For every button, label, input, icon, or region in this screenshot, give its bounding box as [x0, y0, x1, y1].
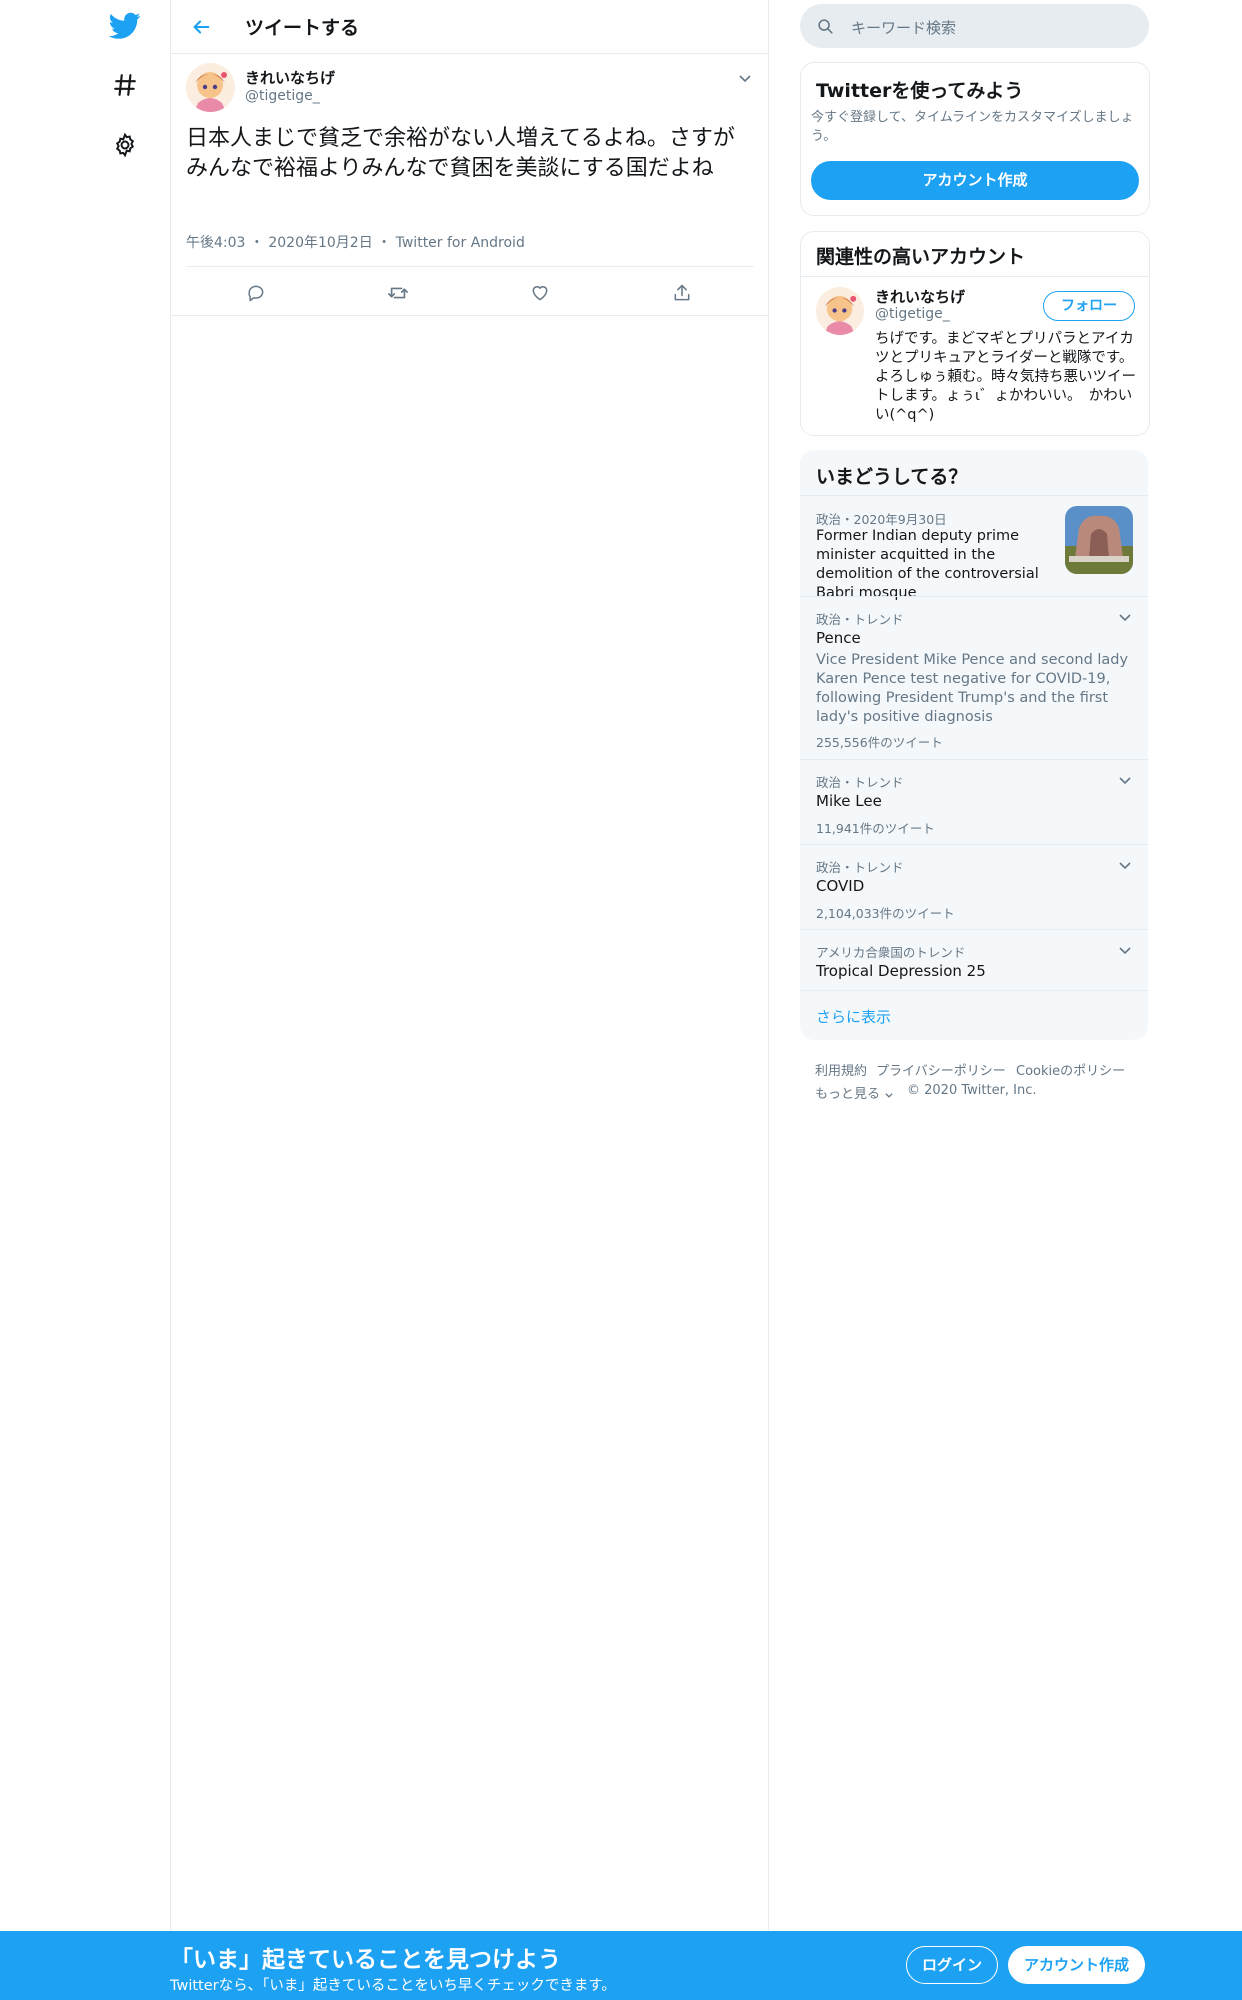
meta-separator: ・ [249, 235, 264, 251]
footer-privacy-link[interactable]: プライバシーポリシー [876, 1060, 1006, 1079]
trend-category: 政治・2020年9月30日 [816, 512, 947, 527]
tweet-meta: 午後4:03 ・ 2020年10月2日 ・ Twitter for Androi… [186, 232, 525, 252]
trend-item[interactable]: 政治・トレンド Mike Lee 11,941件のツイート [800, 759, 1149, 845]
login-button[interactable]: ログイン [906, 1946, 998, 1984]
tweet-actions [171, 270, 768, 316]
like-icon[interactable] [527, 280, 553, 306]
tweet-options-chevron-icon[interactable] [737, 70, 753, 86]
footer-more-link[interactable]: もっと見る [815, 1083, 894, 1102]
tweet-author-name[interactable]: きれいなちげ [245, 67, 335, 88]
trend-options-chevron-icon[interactable] [1117, 772, 1133, 788]
related-account-handle[interactable]: @tigetige_ [875, 306, 950, 322]
related-account-name[interactable]: きれいなちげ [875, 286, 965, 307]
meta-separator: ・ [377, 235, 392, 251]
trend-name: Mike Lee [816, 792, 882, 810]
footer-cookie-link[interactable]: Cookieのポリシー [1016, 1060, 1125, 1079]
trend-item[interactable]: 政治・トレンド Pence Vice President Mike Pence … [800, 596, 1149, 760]
search-icon [817, 18, 834, 35]
trend-category: 政治・トレンド [816, 775, 904, 790]
page-header: ツイートする [171, 0, 768, 54]
trend-tweet-count: 11,941件のツイート [816, 821, 935, 836]
reply-icon[interactable] [243, 280, 269, 306]
retweet-icon[interactable] [385, 280, 411, 306]
related-accounts-card: 関連性の高いアカウント きれいなちげ @tigetige_ フォロー ちげです。… [800, 231, 1150, 436]
bottom-bar-subtitle: Twitterなら、「いま」起きていることをいち早くチェックできます。 [170, 1978, 616, 1994]
tweet-time[interactable]: 午後4:03 [186, 235, 245, 251]
footer-copyright: © 2020 Twitter, Inc. [907, 1083, 1037, 1098]
twitter-bird-icon[interactable] [107, 8, 143, 44]
hashtag-icon[interactable] [107, 67, 143, 103]
related-accounts-title: 関連性の高いアカウント [816, 246, 1026, 268]
share-icon[interactable] [669, 280, 695, 306]
tweet-text: 日本人まじで貧乏で余裕がない人増えてるよね。さすがみんなで裕福よりみんなで貧困を… [186, 126, 735, 181]
related-account-avatar[interactable] [816, 287, 864, 335]
follow-button[interactable]: フォロー [1043, 291, 1135, 321]
related-account-bio: ちげです。まどマギとプリパラとアイカツとプリキュアとライダーと戦隊です。よろしゅ… [875, 331, 1136, 423]
back-arrow-icon[interactable] [187, 13, 215, 41]
trend-category: 政治・トレンド [816, 860, 904, 875]
trend-category: 政治・トレンド [816, 612, 904, 627]
trend-item[interactable]: 政治・2020年9月30日 Former Indian deputy prime… [800, 495, 1149, 601]
trends-title: いまどうしてる？ [816, 466, 968, 488]
signup-card-description: 今すぐ登録して、タイムラインをカスタマイズしましょう。 [811, 110, 1134, 144]
trend-name: COVID [816, 877, 865, 895]
signup-card-title: Twitterを使ってみよう [816, 80, 1024, 102]
trend-tweet-count: 2,104,033件のツイート [816, 906, 955, 921]
trend-name: Pence [816, 629, 861, 647]
search-placeholder: キーワード検索 [851, 19, 957, 37]
bottom-signup-bar: 「いま」起きていることを見つけよう Twitterなら、「いま」起きていることを… [0, 1931, 1242, 2000]
trend-headline: Former Indian deputy prime minister acqu… [816, 528, 1039, 601]
show-more-link[interactable]: さらに表示 [816, 1006, 891, 1027]
bottom-bar-title: 「いま」起きていることを見つけよう [170, 1947, 561, 1973]
trend-item[interactable]: アメリカ合衆国のトレンド Tropical Depression 25 [800, 929, 1149, 991]
trend-thumbnail-image[interactable] [1065, 506, 1133, 574]
settings-gear-icon[interactable] [107, 127, 143, 163]
trend-options-chevron-icon[interactable] [1117, 857, 1133, 873]
trend-name: Tropical Depression 25 [816, 962, 986, 980]
main-column-right-border [768, 0, 769, 2000]
tweet-author-handle[interactable]: @tigetige_ [245, 88, 320, 104]
trend-description: Vice President Mike Pence and second lad… [816, 652, 1129, 725]
divider [801, 276, 1149, 277]
page-title: ツイートする [245, 17, 360, 39]
show-more-row[interactable]: さらに表示 [800, 990, 1149, 1041]
trend-options-chevron-icon[interactable] [1117, 609, 1133, 625]
signup-card: Twitterを使ってみよう 今すぐ登録して、タイムラインをカスタマイズしましょ… [800, 62, 1150, 216]
bottom-create-account-button[interactable]: アカウント作成 [1008, 1946, 1145, 1984]
create-account-button[interactable]: アカウント作成 [811, 161, 1139, 200]
chevron-down-icon [884, 1090, 894, 1100]
trend-item[interactable]: 政治・トレンド COVID 2,104,033件のツイート [800, 844, 1149, 930]
footer-terms-link[interactable]: 利用規約 [815, 1060, 867, 1079]
tweet-author-avatar[interactable] [186, 63, 235, 112]
trend-options-chevron-icon[interactable] [1117, 942, 1133, 958]
footer-more-label: もっと見る [815, 1087, 881, 1102]
tweet-date[interactable]: 2020年10月2日 [268, 235, 372, 251]
tweet-source: Twitter for Android [395, 235, 525, 251]
divider [186, 266, 754, 267]
trend-tweet-count: 255,556件のツイート [816, 735, 943, 750]
trend-category: アメリカ合衆国のトレンド [816, 945, 966, 960]
search-input[interactable]: キーワード検索 [800, 4, 1149, 48]
